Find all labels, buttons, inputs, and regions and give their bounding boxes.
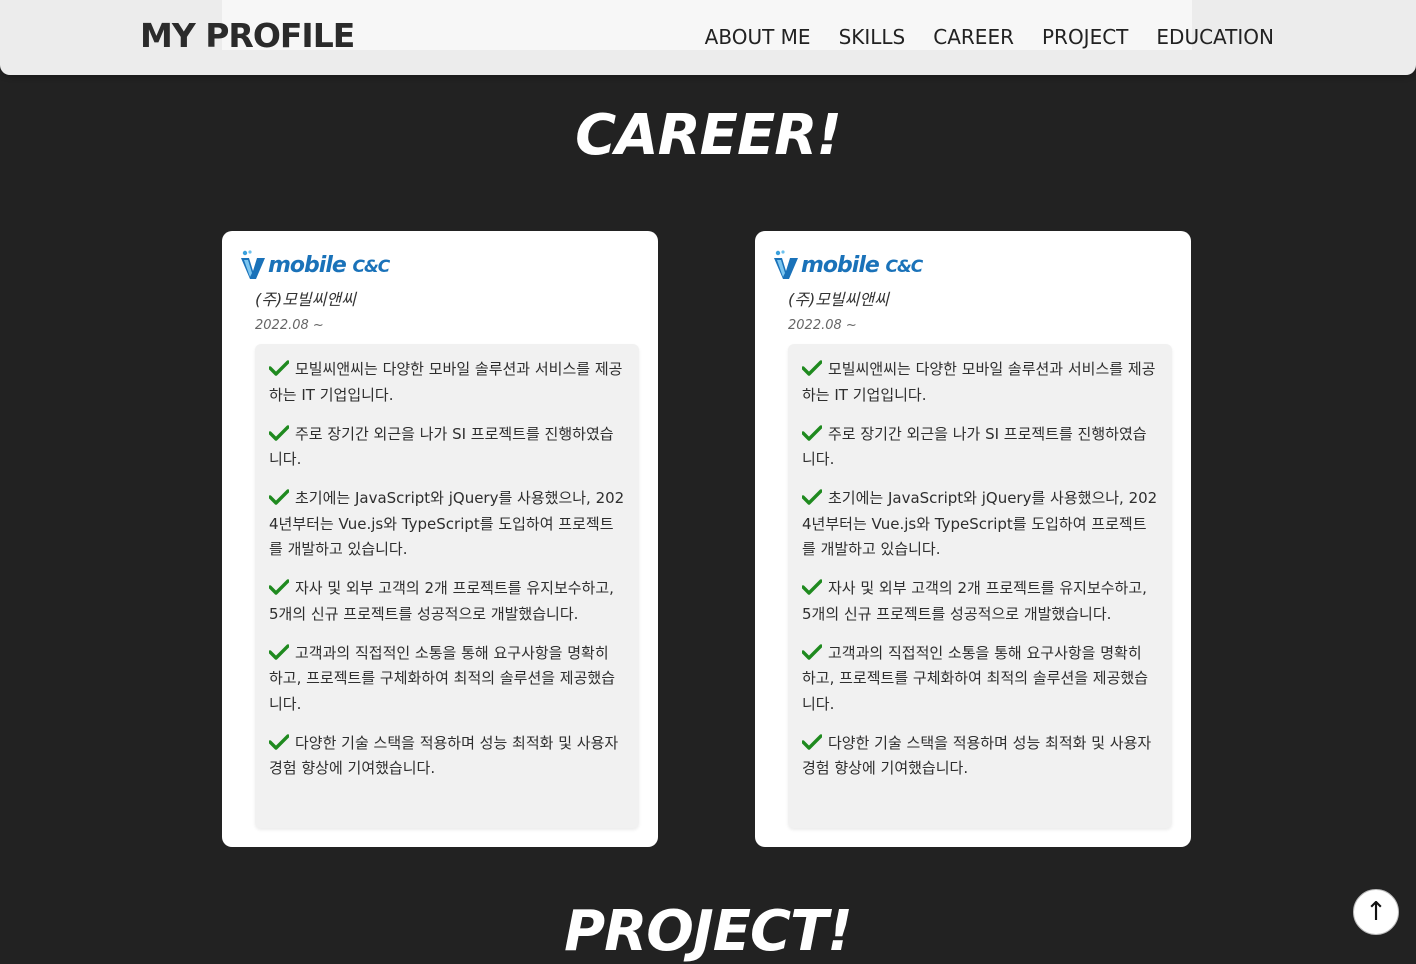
check-icon — [269, 489, 289, 505]
nav-education[interactable]: EDUCATION — [1156, 24, 1274, 50]
list-item: 모빌씨앤씨는 다양한 모바일 솔루션과 서비스를 제공하는 IT 기업입니다. — [269, 360, 623, 404]
check-icon — [802, 733, 822, 750]
project-section-title: PROJECT! — [564, 899, 853, 964]
nav-about-me[interactable]: ABOUT ME — [705, 24, 811, 50]
scroll-to-top-button[interactable]: ↑ — [1353, 889, 1399, 935]
career-period: 2022.08 ~ — [255, 318, 324, 333]
list-item: 주로 장기간 외근을 나가 SI 프로젝트를 진행하였습니다. — [269, 424, 614, 468]
career-description: 모빌씨앤씨는 다양한 모바일 솔루션과 서비스를 제공하는 IT 기업입니다. … — [788, 344, 1172, 828]
list-item: 자사 및 외부 고객의 2개 프로젝트를 유지보수하고, 5개의 신규 프로젝트… — [269, 579, 614, 623]
check-icon — [269, 643, 289, 660]
list-item: 모빌씨앤씨는 다양한 모바일 솔루션과 서비스를 제공하는 IT 기업입니다. — [802, 360, 1156, 404]
nav-skills[interactable]: SKILLS — [839, 24, 906, 50]
career-section-title: CAREER! — [575, 103, 842, 168]
nav-career[interactable]: CAREER — [933, 24, 1014, 50]
career-description: 모빌씨앤씨는 다양한 모바일 솔루션과 서비스를 제공하는 IT 기업입니다. … — [255, 344, 639, 828]
list-item: 초기에는 JavaScript와 jQuery를 사용했으나, 2024년부터는… — [802, 489, 1158, 558]
company-name: (주)모빌씨앤씨 — [788, 290, 889, 309]
check-icon — [802, 579, 822, 595]
check-icon — [802, 643, 822, 660]
check-icon — [269, 424, 289, 441]
company-logo: mobile C&C — [240, 249, 390, 281]
site-logo[interactable]: MY PROFILE — [140, 16, 355, 56]
list-item: 자사 및 외부 고객의 2개 프로젝트를 유지보수하고, 5개의 신규 프로젝트… — [802, 579, 1147, 623]
list-item: 다양한 기술 스택을 적용하며 성능 최적화 및 사용자 경험 향상에 기여했습… — [269, 733, 619, 777]
company-logo: mobile C&C — [773, 249, 923, 281]
list-item: 초기에는 JavaScript와 jQuery를 사용했으나, 2024년부터는… — [269, 489, 625, 558]
list-item: 다양한 기술 스택을 적용하며 성능 최적화 및 사용자 경험 향상에 기여했습… — [802, 733, 1152, 777]
list-item: 주로 장기간 외근을 나가 SI 프로젝트를 진행하였습니다. — [802, 424, 1147, 468]
company-logo-text: mobile C&C — [268, 252, 390, 278]
check-icon — [802, 489, 822, 505]
career-card: mobile C&C (주)모빌씨앤씨 2022.08 ~ 모빌씨앤씨는 다양한… — [222, 231, 658, 847]
check-icon — [802, 424, 822, 441]
career-card: mobile C&C (주)모빌씨앤씨 2022.08 ~ 모빌씨앤씨는 다양한… — [755, 231, 1191, 847]
list-item: 고객과의 직접적인 소통을 통해 요구사항을 명확히 하고, 프로젝트를 구체화… — [269, 643, 616, 713]
mobile-cnc-logo-icon — [241, 250, 265, 279]
check-icon — [269, 733, 289, 750]
nav-project[interactable]: PROJECT — [1042, 24, 1128, 50]
career-period: 2022.08 ~ — [788, 318, 857, 333]
company-name: (주)모빌씨앤씨 — [255, 290, 356, 309]
arrow-up-icon: ↑ — [1365, 897, 1387, 927]
company-logo-text: mobile C&C — [801, 252, 923, 278]
check-icon — [269, 579, 289, 595]
check-icon — [802, 360, 822, 376]
list-item: 고객과의 직접적인 소통을 통해 요구사항을 명확히 하고, 프로젝트를 구체화… — [802, 643, 1149, 713]
mobile-cnc-logo-icon — [774, 250, 798, 279]
check-icon — [269, 360, 289, 376]
top-header: MY PROFILE ABOUT ME SKILLS CAREER PROJEC… — [0, 0, 1416, 75]
main-nav: ABOUT ME SKILLS CAREER PROJECT EDUCATION — [705, 24, 1274, 50]
